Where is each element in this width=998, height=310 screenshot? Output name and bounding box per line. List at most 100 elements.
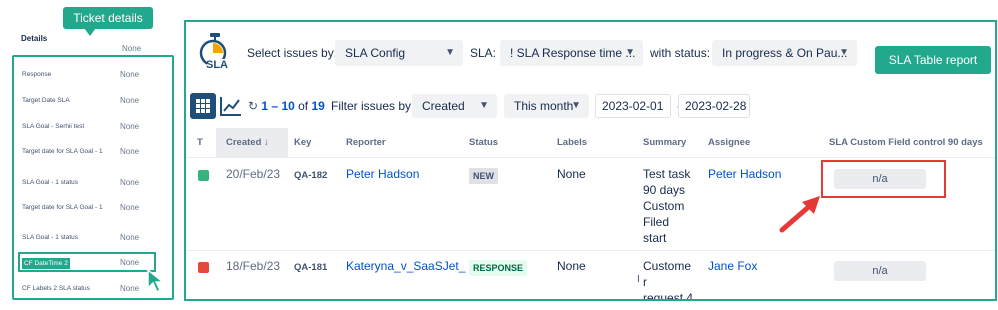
field-label: Target date for SLA Goal - 1 <box>22 204 103 211</box>
date-to-input[interactable]: 2023-02-28 <box>678 94 750 118</box>
cell-labels: None <box>557 259 586 273</box>
chevron-down-icon: ▼ <box>571 100 581 111</box>
select-issues-dropdown[interactable]: SLA Config ▼ <box>335 40 463 66</box>
field-value[interactable]: None <box>120 178 139 187</box>
field-label: Target Date SLA <box>22 97 70 104</box>
range-to: 10 <box>281 99 295 113</box>
summary-line: Custome <box>643 259 692 273</box>
status-dropdown[interactable]: In progress & On Pau... ▼ <box>712 40 857 66</box>
sla-value: ! SLA Response time ... <box>510 46 636 60</box>
status-value: In progress & On Pau... <box>722 46 848 60</box>
field-label: SLA Goal - 1 status <box>22 234 79 241</box>
filter-bar: ↻ 1 – 10 of 19 Filter issues by: Created… <box>186 92 995 122</box>
summary-line: Filed <box>643 215 670 229</box>
sla-table-report-panel: SLA Select issues by: SLA Config ▼ SLA: … <box>184 20 997 301</box>
cell-assignee[interactable]: Jane Fox <box>708 259 757 273</box>
field-label: CF DateTime 2 <box>22 258 70 269</box>
chevron-down-icon: ▼ <box>445 47 455 58</box>
status-badge: NEW <box>469 168 498 184</box>
field-value[interactable]: None <box>120 258 139 267</box>
pagination-range: ↻ 1 – 10 of 19 <box>248 99 325 113</box>
details-top-value: None <box>122 44 142 53</box>
select-issues-label: Select issues by: <box>247 46 338 60</box>
range-separator: – <box>268 99 282 113</box>
cell-key[interactable]: QA-181 <box>294 262 327 273</box>
sla-table-report-callout: SLA Table report <box>875 46 991 74</box>
field-value[interactable]: None <box>120 284 139 293</box>
select-issues-value: SLA Config <box>345 46 406 60</box>
sla-field-highlight-frame <box>821 160 946 198</box>
col-created[interactable]: Created ↓ <box>216 128 288 158</box>
summary-line: 90 days <box>643 183 686 197</box>
text-cursor-icon: I <box>637 274 640 285</box>
sla-dropdown[interactable]: ! SLA Response time ... ▼ <box>500 40 643 66</box>
filter-field-value: Created <box>422 99 465 113</box>
chevron-down-icon: ▼ <box>625 47 635 58</box>
field-value[interactable]: None <box>120 96 139 105</box>
col-assignee[interactable]: Assignee <box>708 128 750 158</box>
col-type[interactable]: T <box>197 128 203 158</box>
chevron-down-icon: ▼ <box>839 47 849 58</box>
details-heading: Details <box>21 34 48 43</box>
field-label: CF Labels 2 SLA status <box>22 285 90 292</box>
cell-created: 18/Feb/23 <box>226 259 281 273</box>
date-from-input[interactable]: 2023-02-01 <box>595 94 671 118</box>
range-total: 19 <box>311 99 325 113</box>
cell-created: 20/Feb/23 <box>226 167 281 181</box>
field-value[interactable]: None <box>120 70 139 79</box>
cell-key[interactable]: QA-182 <box>294 170 327 181</box>
cell-summary[interactable]: Test task 90 days Custom Filed start <box>643 166 695 246</box>
summary-line: start <box>643 231 667 245</box>
field-value[interactable]: None <box>120 203 139 212</box>
col-key[interactable]: Key <box>294 128 311 158</box>
sla-value-box: n/a <box>834 261 926 281</box>
sla-logo-text: SLA <box>206 59 228 71</box>
bug-icon <box>198 262 209 273</box>
cell-labels: None <box>557 167 586 181</box>
col-labels[interactable]: Labels <box>557 128 587 158</box>
cell-assignee[interactable]: Peter Hadson <box>708 167 781 181</box>
chevron-down-icon: ▼ <box>479 100 489 111</box>
sla-label: SLA: <box>470 46 497 60</box>
line-chart-icon <box>220 97 241 116</box>
sla-toolbar: SLA Select issues by: SLA Config ▼ SLA: … <box>186 22 995 82</box>
field-label: SLA Goal - 1 status <box>22 179 79 186</box>
table-header: T Created ↓ Key Reporter Status Labels S… <box>186 128 995 158</box>
field-value[interactable]: None <box>120 233 139 242</box>
ticket-details-callout-tail <box>84 28 96 36</box>
grid-icon <box>196 99 210 113</box>
cell-summary[interactable]: Custome r request 4 <box>643 258 695 301</box>
chart-view-button[interactable] <box>218 93 244 119</box>
summary-line: Custom <box>643 199 685 213</box>
summary-line: request 4 <box>643 291 694 301</box>
range-of: of <box>294 99 312 113</box>
col-summary[interactable]: Summary <box>643 128 686 158</box>
field-value[interactable]: None <box>120 147 139 156</box>
red-arrow-icon <box>779 196 820 233</box>
grid-view-button[interactable] <box>190 93 216 119</box>
field-label: Target date for SLA Goal - 1 <box>22 148 103 155</box>
table-row[interactable]: 18/Feb/23 QA-181 Kateryna_v_SaaSJet_ RES… <box>186 252 995 301</box>
cell-reporter[interactable]: Kateryna_v_SaaSJet_ <box>346 259 465 273</box>
story-icon <box>198 170 209 181</box>
summary-line: r <box>643 275 647 289</box>
col-reporter[interactable]: Reporter <box>346 128 386 158</box>
ticket-details-panel: Ticket details Details None Response Non… <box>0 0 180 310</box>
field-label: Response <box>22 71 52 78</box>
field-value[interactable]: None <box>120 122 139 131</box>
refresh-icon[interactable]: ↻ <box>248 99 258 113</box>
field-label: SLA Goal - Serhii test <box>22 123 85 130</box>
period-dropdown[interactable]: This month ▼ <box>504 94 589 118</box>
status-label: with status: <box>650 46 711 60</box>
period-value: This month <box>514 99 574 113</box>
col-status[interactable]: Status <box>469 128 498 158</box>
cell-reporter[interactable]: Peter Hadson <box>346 167 419 181</box>
filter-issues-label: Filter issues by: <box>331 99 415 113</box>
summary-line: Test task <box>643 167 691 181</box>
mouse-pointer-icon <box>147 268 166 294</box>
filter-field-dropdown[interactable]: Created ▼ <box>412 94 497 118</box>
cf-datetime-highlight: CF DateTime 2 None <box>18 252 156 272</box>
col-sla-custom-field[interactable]: SLA Custom Field control 90 days <box>829 128 983 158</box>
ticket-details-callout: Ticket details <box>63 7 153 29</box>
status-badge: RESPONSE <box>469 260 528 276</box>
